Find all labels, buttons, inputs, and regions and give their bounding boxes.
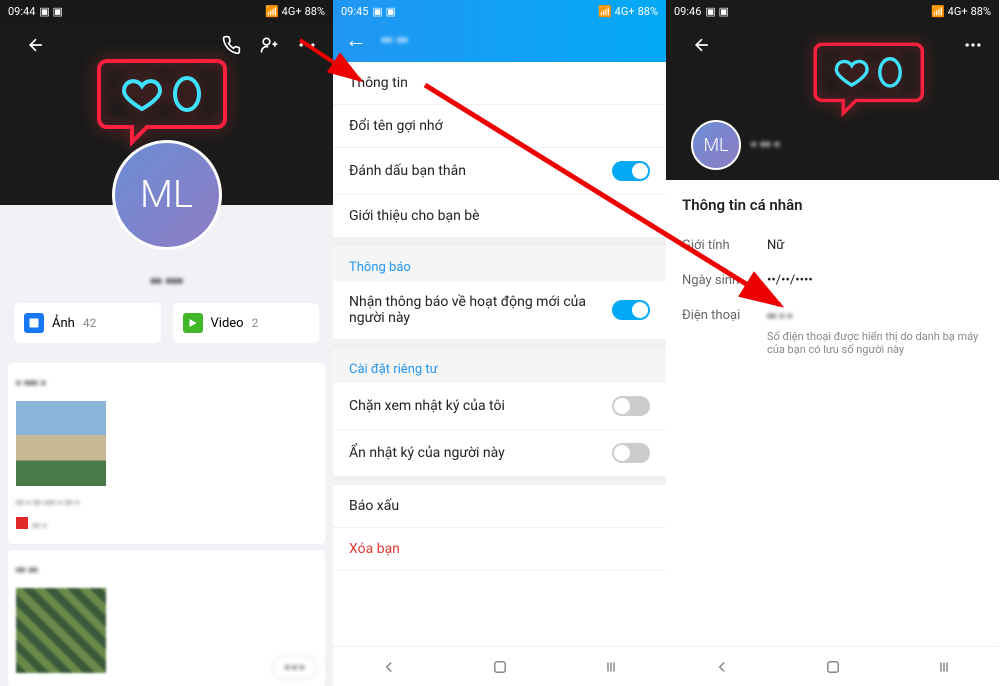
menu-rename[interactable]: Đổi tên gợi nhớ bbox=[333, 105, 666, 148]
avatar[interactable]: ML bbox=[691, 120, 741, 170]
nav-back-icon[interactable] bbox=[377, 655, 401, 679]
status-bar: 09:46 ▣ ▣ 📶4G+88% bbox=[666, 0, 999, 22]
info-heading: Thông tin cá nhân bbox=[682, 196, 983, 228]
menu-delete-friend[interactable]: Xóa bạn bbox=[333, 528, 666, 571]
nav-recent-icon[interactable] bbox=[599, 655, 623, 679]
toggle[interactable] bbox=[612, 161, 650, 181]
back-icon[interactable] bbox=[22, 31, 50, 59]
menu-hide-diary[interactable]: Ẩn nhật ký của người này bbox=[333, 430, 666, 477]
nav-home-icon[interactable] bbox=[821, 655, 845, 679]
videos-button[interactable]: Video 2 bbox=[173, 303, 320, 343]
post-thumbnail bbox=[16, 401, 106, 486]
menu-block-diary[interactable]: Chặn xem nhật ký của tôi bbox=[333, 383, 666, 430]
nav-bar bbox=[666, 646, 999, 686]
video-icon bbox=[183, 313, 203, 333]
menu-info[interactable]: Thông tin bbox=[333, 62, 666, 105]
nav-bar bbox=[333, 646, 666, 686]
profile-name: ▪▪ ▪▪▪ bbox=[0, 265, 333, 303]
avatar[interactable]: ML bbox=[112, 140, 222, 250]
toggle[interactable] bbox=[612, 300, 650, 320]
info-phone: Điện thoại▪▪ ▪ ▪ bbox=[682, 298, 983, 334]
back-icon[interactable]: ← bbox=[345, 27, 367, 53]
info-gender: Giới tínhNữ bbox=[682, 228, 983, 263]
call-icon[interactable] bbox=[217, 31, 245, 59]
info-dob: Ngày sinh••/••/•••• bbox=[682, 263, 983, 298]
photo-icon bbox=[24, 313, 44, 333]
section-header: Cài đặt riêng tư bbox=[333, 340, 666, 383]
section-header: Thông báo bbox=[333, 238, 666, 281]
status-bar: 09:44 ▣ ▣ 📶4G+88% bbox=[0, 0, 333, 22]
post-item[interactable]: ▪▪ ▪▪ ▪ ▪ ▪ bbox=[8, 550, 325, 686]
profile-name: ▪ ▪▪ ▪ bbox=[751, 135, 780, 153]
post-item[interactable]: ▪ ▪▪▪ ▪ ▪▪ ▪ ▪▪ ▪▪▪ ▪ ▪▪ ▪ ▪▪ ▪ bbox=[8, 363, 325, 544]
back-icon[interactable] bbox=[688, 31, 716, 59]
toggle[interactable] bbox=[612, 443, 650, 463]
nav-recent-icon[interactable] bbox=[932, 655, 956, 679]
menu-bestfriend[interactable]: Đánh dấu bạn thân bbox=[333, 148, 666, 195]
nav-home-icon[interactable] bbox=[488, 655, 512, 679]
nav-back-icon[interactable] bbox=[710, 655, 734, 679]
menu-notifications[interactable]: Nhận thông báo về hoạt động mới của ngườ… bbox=[333, 281, 666, 340]
more-icon[interactable] bbox=[959, 31, 987, 59]
photos-button[interactable]: Ảnh 42 bbox=[14, 303, 161, 343]
header-title: ▪▪ ▪▪ bbox=[381, 30, 408, 50]
add-friend-icon[interactable] bbox=[255, 31, 283, 59]
menu-introduce[interactable]: Giới thiệu cho bạn bè bbox=[333, 195, 666, 238]
phone-note: Số điện thoại được hiển thị do danh bạ m… bbox=[682, 330, 983, 356]
toggle[interactable] bbox=[612, 396, 650, 416]
more-icon[interactable] bbox=[293, 31, 321, 59]
post-thumbnail bbox=[16, 588, 106, 673]
menu-report[interactable]: Báo xấu bbox=[333, 485, 666, 528]
status-bar: 09:45 ▣ ▣ 📶4G+88% bbox=[333, 0, 666, 22]
